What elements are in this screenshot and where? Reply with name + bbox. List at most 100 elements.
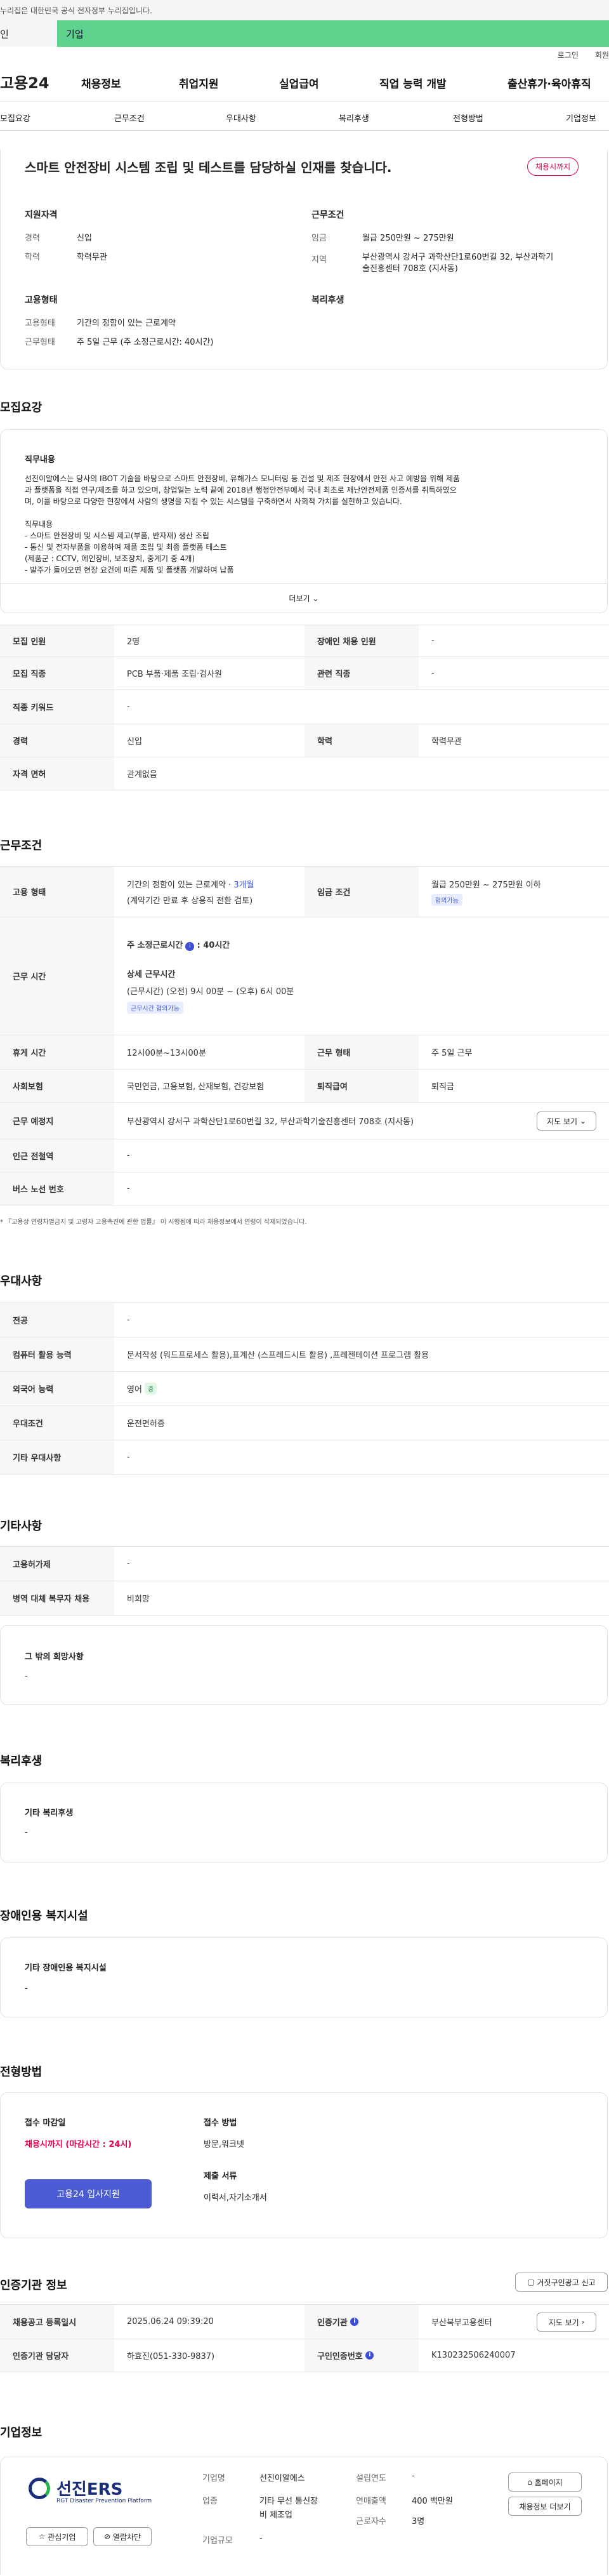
emp-title: 고용형태 xyxy=(25,295,58,305)
weekly-hours: 주 소정근로시간 i : 40시간 xyxy=(127,938,230,951)
table-row: 고용허가제 - xyxy=(0,1547,609,1581)
nav-support[interactable]: 취업지원 xyxy=(179,75,219,91)
method-value: 방문,워크넷 xyxy=(204,2140,244,2149)
disability-card-value: - xyxy=(25,1984,28,1993)
docs-value: 이력서,자기소개서 xyxy=(204,2193,267,2203)
nav-benefit[interactable]: 실업급여 xyxy=(279,75,319,91)
table-row: 휴게 시간 12시00분~13시00분 근무 형태 주 5일 근무 xyxy=(0,1035,609,1070)
label: 휴게 시간 xyxy=(0,1035,114,1069)
emp-line-2: (계약기간 만료 후 상용직 전환 검토) xyxy=(127,896,253,906)
pay-text: 월급 250만원 ~ 275만원 이하 xyxy=(431,880,541,890)
value: 주 5일 근무 xyxy=(431,1049,473,1058)
cert-map-button[interactable]: 지도 보기 › xyxy=(537,2313,596,2332)
table-row: 버스 노선 번호 - xyxy=(0,1172,609,1205)
table-row: 근무 시간 주 소정근로시간 i : 40시간 상세 근무시간 (근무시간) (… xyxy=(0,917,609,1035)
value: K130232506240007 xyxy=(431,2351,516,2360)
label: 컴퓨터 활용 능력 xyxy=(0,1338,114,1371)
pay-value: 월급 250만원 ~ 275만원 xyxy=(362,234,454,243)
cert-agency-label: 인증기관 xyxy=(317,2318,348,2328)
corp-section-title: 기업정보 xyxy=(0,2426,43,2440)
apply-button[interactable]: 고용24 입사지원 xyxy=(25,2179,152,2208)
table-row: 외국어 능력 영어 중 xyxy=(0,1372,609,1406)
label: 구인인증번호 i xyxy=(304,2339,419,2372)
revenue-value: 400 백만원 xyxy=(412,2497,453,2506)
login-link[interactable]: 로그인 xyxy=(558,50,579,60)
table-row: 경력 신입 학력 학력무관 xyxy=(0,724,609,757)
tab-company[interactable]: 기업 xyxy=(57,20,609,47)
anchor-company[interactable]: 기업정보 xyxy=(566,112,596,124)
map-label: 지도 보기 xyxy=(547,1117,578,1126)
duty-l2: - 통신 및 전자부품을 이용하여 제품 조립 및 최종 플랫폼 테스트 xyxy=(25,543,227,552)
block-icon: ⊘ xyxy=(103,2532,111,2541)
duty-l0: 직무내용 xyxy=(25,520,53,529)
value: 2명 xyxy=(127,637,140,647)
corp-logo: 선진ERS RGT Disaster Prevention Platform xyxy=(29,2476,155,2508)
anchor-selection[interactable]: 전형방법 xyxy=(453,112,483,124)
value: PCB 부품·제품 조립·검사원 xyxy=(127,670,223,679)
anchor-recruit[interactable]: 모집요강 xyxy=(0,112,30,124)
type-label: 고용형태 xyxy=(25,319,55,328)
map-button[interactable]: 지도 보기 ⌄ xyxy=(537,1112,596,1131)
block-button[interactable]: ⊘ 열람차단 xyxy=(93,2527,152,2546)
nav-training[interactable]: 직업 능력 개발 xyxy=(379,75,447,91)
more-button[interactable]: 더보기 ⌄ xyxy=(1,583,607,613)
star-icon: ☆ xyxy=(38,2532,46,2541)
anchor-pref[interactable]: 우대사항 xyxy=(226,112,256,124)
anchor-welfare[interactable]: 복리후생 xyxy=(339,112,369,124)
chevron-down-icon: ⌄ xyxy=(579,1117,586,1125)
nav-jobs[interactable]: 채용정보 xyxy=(81,75,121,91)
join-link[interactable]: 회원 xyxy=(595,50,609,60)
etc-card-title: 그 밖의 회망사항 xyxy=(25,1652,84,1662)
recruit-table: 모집 인원 2명 장애인 채용 인원 - 모집 직종 PCB 부품·제품 조립·검사원 관… xyxy=(0,625,609,790)
site-logo[interactable]: 고용24 xyxy=(0,70,82,93)
label: 우대조건 xyxy=(0,1406,114,1440)
corp-logo-text: 선진ERS xyxy=(56,2480,123,2499)
corp-logo-subtext: RGT Disaster Prevention Platform xyxy=(56,2498,152,2504)
info-icon[interactable]: i xyxy=(185,942,195,951)
selection-card: 접수 마감일 채용시까지 (마감시간 : 24시) 고용24 입사지원 접수 방… xyxy=(0,2092,608,2238)
loc-value-1: 부산광역시 강서구 과학산단1로60번길 32, 부산과학기 xyxy=(362,253,554,262)
cert-table: 채용공고 등록일시 2025.06.24 09:39:20 인증기관 i 부산북부고용… xyxy=(0,2304,609,2372)
cond-title: 근무조건 xyxy=(311,210,344,220)
label: 기타 우대사항 xyxy=(0,1440,114,1474)
value: - xyxy=(431,668,435,678)
table-row: 우대조건 운전면허증 xyxy=(0,1406,609,1440)
gov-banner: 누리집은 대한민국 공식 전자정부 누리집입니다. xyxy=(0,0,609,20)
label: 경력 xyxy=(0,724,114,757)
table-row: 사회보험 국민연금, 고용보험, 산재보험, 건강보험 퇴직급여 퇴직금 xyxy=(0,1070,609,1103)
favorite-button[interactable]: ☆ 관심기업 xyxy=(26,2527,88,2546)
block-label: 열람차단 xyxy=(112,2532,141,2542)
info-icon[interactable]: i xyxy=(365,2351,374,2360)
employees-value: 3명 xyxy=(412,2517,425,2526)
info-icon[interactable]: i xyxy=(350,2318,359,2326)
report-button[interactable]: ▢ 거짓구인광고 신고 xyxy=(515,2273,608,2292)
pay-label: 임금 xyxy=(311,234,327,243)
label: 인근 전철역 xyxy=(0,1139,114,1172)
label: 임금 조건 xyxy=(304,866,419,917)
corp-name-label: 기업명 xyxy=(202,2474,225,2483)
value: 퇴직금 xyxy=(431,1082,454,1092)
value: 기간의 정함이 있는 근로계약 · 3개월 (계약기간 만료 후 상용직 전환 검… xyxy=(114,866,304,917)
label: 병역 대체 복무자 채용 xyxy=(0,1581,114,1615)
duty-l1: - 스마트 안전장비 및 시스템 제고(부품, 반자재) 생산 조립 xyxy=(25,531,209,540)
job-title: 스마트 안전장비 시스템 조립 및 테스트를 담당하실 인재를 찾습니다. xyxy=(25,160,392,175)
nav-leave[interactable]: 출산휴가·육아휴직 xyxy=(508,75,591,91)
label: 직종 키워드 xyxy=(0,690,114,724)
table-row: 기타 우대사항 - xyxy=(0,1440,609,1475)
other-jobs-button[interactable]: 채용정보 더보기 xyxy=(508,2497,582,2516)
value: - xyxy=(127,1151,130,1160)
anchor-nav: 모집요강 근무조건 우대사항 복리후생 전형방법 기업정보 xyxy=(0,102,609,131)
value: 국민연금, 고용보험, 산재보험, 건강보험 xyxy=(127,1082,265,1092)
homepage-button[interactable]: ⌂ 홈페이지 xyxy=(508,2473,582,2492)
tab-personal[interactable]: 인 xyxy=(0,20,57,47)
value: 2025.06.24 09:39:20 xyxy=(127,2317,214,2327)
table-row: 자격 면허 관계없음 xyxy=(0,757,609,790)
table-row: 모집 직종 PCB 부품·제품 조립·검사원 관련 직종 - xyxy=(0,657,609,690)
anchor-work[interactable]: 근무조건 xyxy=(114,112,145,124)
value: 월급 250만원 ~ 275만원 이하 협의가능 xyxy=(419,866,609,917)
welfare-card-value: - xyxy=(25,1828,28,1837)
corp-name-value: 선진이알에스 xyxy=(259,2474,305,2483)
qual-title: 지원자격 xyxy=(25,210,58,220)
value: 문서작성 (워드프로세스 활용),표계산 (스프레드시트 활용) ,프레젠테이션… xyxy=(127,1351,429,1360)
label: 모집 인원 xyxy=(0,625,114,656)
